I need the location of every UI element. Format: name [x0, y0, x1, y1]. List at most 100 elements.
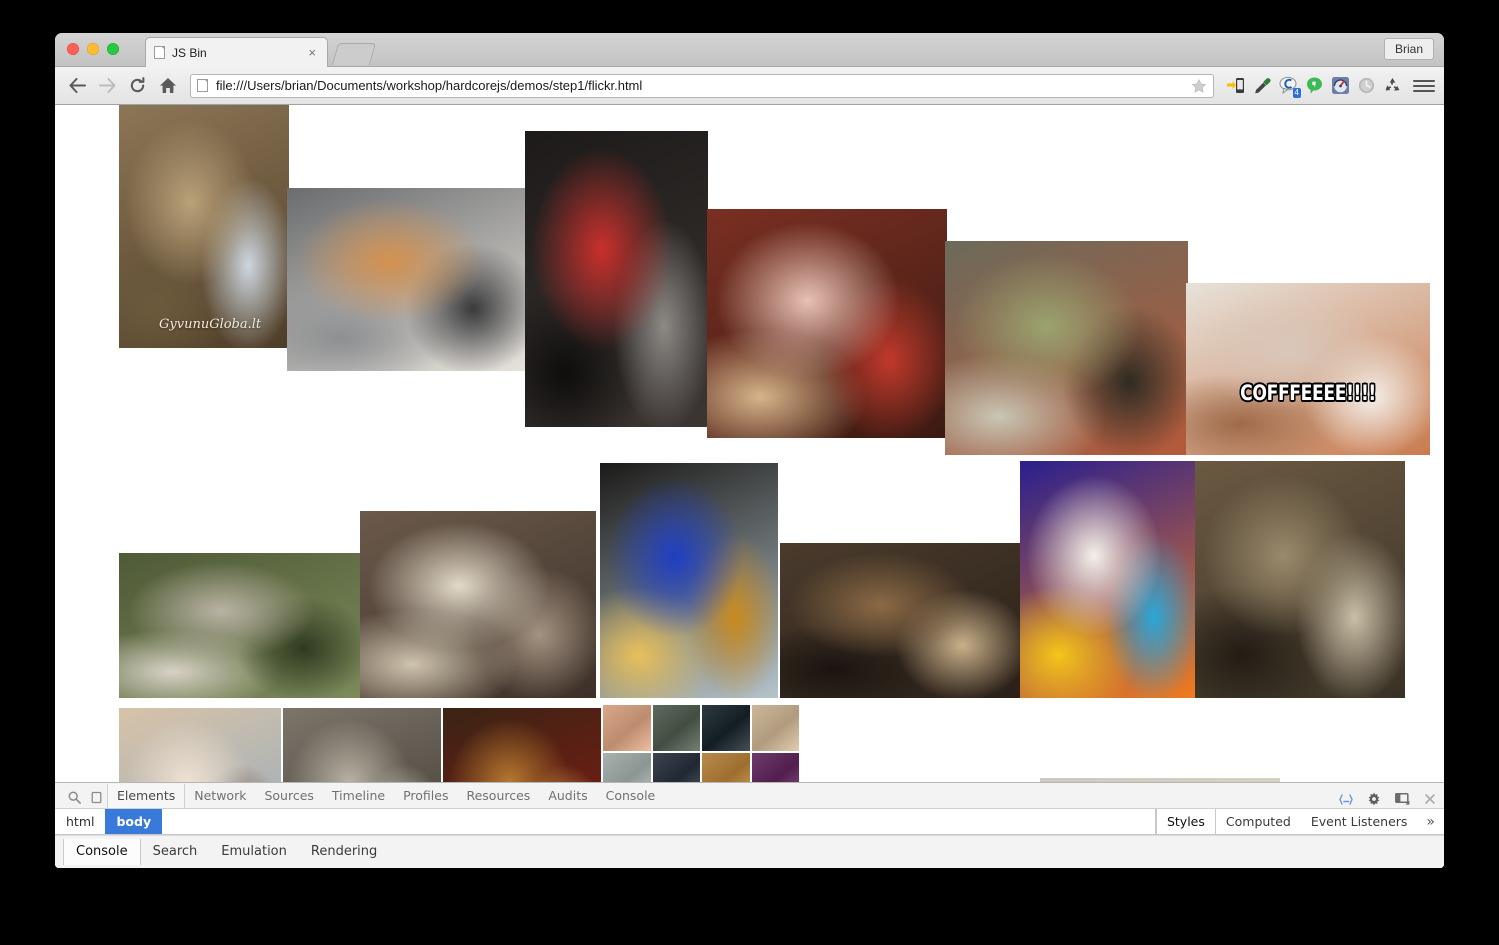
photo-tortoiseshell-cat-lying[interactable]	[780, 543, 1020, 698]
photo-cat-on-roof-beam[interactable]	[945, 241, 1188, 455]
photo-cat-sleeping-on-porch[interactable]	[119, 553, 362, 698]
devtools-tab-timeline[interactable]: Timeline	[323, 784, 394, 808]
breadcrumb-body[interactable]: body	[105, 809, 162, 834]
back-button[interactable]	[64, 72, 91, 99]
photo-watermark: GyvunuGloba.lt	[159, 317, 261, 332]
page-document-icon	[197, 79, 208, 92]
extension-icons: 4	[1225, 76, 1402, 95]
arrow-right-icon	[99, 78, 116, 93]
devtools-tab-elements[interactable]: Elements	[107, 784, 185, 808]
minimize-window-button[interactable]	[87, 43, 99, 55]
chat-bubble-icon[interactable]: 4	[1279, 76, 1298, 95]
magnifier-icon[interactable]	[63, 786, 85, 808]
sidebar-tab-styles[interactable]: Styles	[1156, 809, 1216, 834]
chrome-menu-button[interactable]	[1413, 75, 1435, 97]
home-icon	[159, 77, 177, 94]
url-text[interactable]: file:///Users/brian/Documents/workshop/h…	[216, 78, 1185, 93]
settings-gear-icon[interactable]	[1367, 792, 1381, 806]
devtools-panel: ElementsNetworkSourcesTimelineProfilesRe…	[55, 782, 1444, 868]
devtools-toolbar-right	[1339, 792, 1436, 806]
devtools-tabs: ElementsNetworkSourcesTimelineProfilesRe…	[107, 784, 664, 808]
photo-black-puppy-on-couch[interactable]	[525, 131, 708, 427]
photo-two-cats-cuddling-pavement[interactable]	[287, 188, 532, 371]
reload-button[interactable]	[124, 72, 151, 99]
drawer-tab-search[interactable]: Search	[141, 839, 210, 865]
photo-image	[707, 209, 947, 438]
sidebar-more-icon[interactable]: »	[1417, 809, 1444, 834]
devtools-tab-console[interactable]: Console	[597, 784, 665, 808]
speedometer-icon[interactable]	[1331, 76, 1350, 95]
reload-icon	[129, 77, 146, 94]
photo-image	[1195, 461, 1405, 698]
chat-badge-count: 4	[1293, 88, 1301, 98]
photo-image	[525, 131, 708, 427]
tab-strip: JS Bin × Brian	[55, 33, 1444, 67]
home-button[interactable]	[154, 72, 181, 99]
photo-long-haired-tabby-cat[interactable]: GyvunuGloba.lt	[119, 105, 289, 348]
devtools-tab-network[interactable]: Network	[185, 784, 255, 808]
devtools-tab-bar: ElementsNetworkSourcesTimelineProfilesRe…	[55, 783, 1444, 808]
recycle-icon[interactable]	[1383, 76, 1402, 95]
eyedropper-icon[interactable]	[1253, 76, 1272, 95]
photo-image	[287, 188, 532, 371]
profile-label: Brian	[1395, 42, 1423, 56]
new-tab-button[interactable]	[332, 43, 376, 65]
hamburger-line	[1413, 90, 1435, 92]
breadcrumb-html[interactable]: html	[55, 809, 105, 834]
dock-side-icon[interactable]	[1395, 793, 1410, 805]
forward-button[interactable]	[94, 72, 121, 99]
profile-button[interactable]: Brian	[1384, 38, 1434, 60]
photo-two-cats-on-striped-blanket[interactable]	[360, 511, 596, 698]
drawer-tab-console[interactable]: Console	[63, 839, 141, 865]
collage-cell	[603, 705, 651, 751]
photo-image	[1020, 461, 1196, 698]
photo-image	[780, 543, 1020, 698]
format-icon[interactable]	[1339, 794, 1353, 805]
photo-superhero-cat-drawing[interactable]	[1020, 461, 1196, 698]
page-viewport: GyvunuGloba.ltCOFFFEEEE!!!!Dreemin uv te…	[55, 105, 1444, 868]
photo-caption: COFFFEEEE!!!!	[1208, 381, 1408, 405]
clock-icon[interactable]	[1357, 76, 1376, 95]
hamburger-line	[1413, 80, 1435, 82]
device-toggle-icon[interactable]	[85, 786, 107, 808]
hangouts-icon[interactable]	[1305, 76, 1324, 95]
document-icon	[154, 46, 165, 59]
sidebar-tab-computed[interactable]: Computed	[1216, 809, 1301, 834]
bookmark-star-icon[interactable]	[1191, 78, 1207, 94]
sidebar-tab-event-listeners[interactable]: Event Listeners	[1301, 809, 1418, 834]
mobile-emulator-icon[interactable]	[1227, 76, 1246, 95]
devtools-tab-profiles[interactable]: Profiles	[394, 784, 457, 808]
tab-title: JS Bin	[172, 46, 305, 60]
collage-cell	[653, 705, 701, 751]
photo-image	[119, 105, 289, 348]
photo-pink-cat-market-stall[interactable]	[707, 209, 947, 438]
devtools-source-line: <!DOCTYPE html>	[77, 807, 176, 808]
drawer-tab-emulation[interactable]: Emulation	[209, 839, 299, 865]
drawer-tab-rendering[interactable]: Rendering	[299, 839, 389, 865]
close-window-button[interactable]	[67, 43, 79, 55]
hamburger-line	[1413, 85, 1435, 87]
arrow-left-icon	[69, 78, 86, 93]
photo-image	[360, 511, 596, 698]
photo-image	[600, 463, 778, 698]
address-bar[interactable]: file:///Users/brian/Documents/workshop/h…	[190, 74, 1214, 98]
photo-image	[119, 553, 362, 698]
close-icon[interactable]: ×	[305, 46, 319, 59]
browser-window: JS Bin × Brian	[55, 33, 1444, 868]
browser-tab-js-bin[interactable]: JS Bin ×	[145, 37, 328, 67]
close-devtools-icon[interactable]	[1424, 793, 1436, 805]
photo-yawning-cat-coffee-meme[interactable]: COFFFEEEE!!!!	[1186, 283, 1430, 455]
photo-image	[1186, 283, 1430, 455]
devtools-tab-resources[interactable]: Resources	[457, 784, 539, 808]
devtools-drawer-tabs: ConsoleSearchEmulationRendering	[55, 835, 1444, 868]
window-controls	[67, 43, 119, 55]
photo-tabby-cat-portrait[interactable]	[1195, 461, 1405, 698]
devtools-breadcrumb-bar: htmlbody StylesComputedEvent Listeners »	[55, 808, 1444, 835]
breadcrumb: htmlbody	[55, 809, 1155, 834]
zoom-window-button[interactable]	[107, 43, 119, 55]
devtools-tab-sources[interactable]: Sources	[255, 784, 322, 808]
photo-dachshund-at-window[interactable]	[600, 463, 778, 698]
devtools-sidebar-tabs: StylesComputedEvent Listeners	[1155, 809, 1417, 834]
devtools-tab-audits[interactable]: Audits	[539, 784, 596, 808]
browser-toolbar: file:///Users/brian/Documents/workshop/h…	[55, 67, 1444, 105]
